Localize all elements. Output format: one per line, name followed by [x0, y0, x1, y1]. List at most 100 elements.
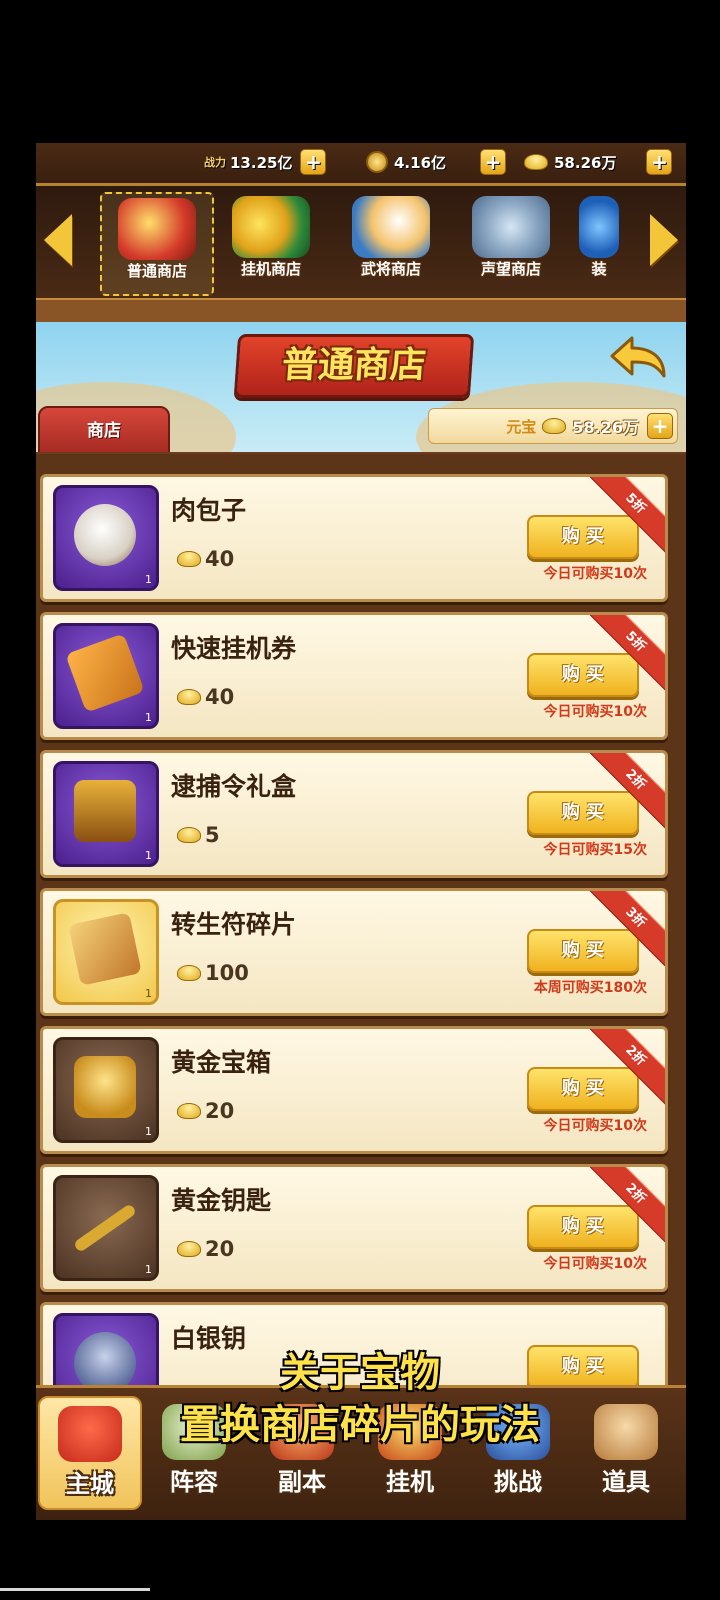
tab-label: 普通商店 — [126, 262, 187, 280]
list-item: 1 黄金宝箱 20 购 买 今日可购买10次 2折 — [40, 1026, 668, 1154]
list-item: 1 转生符碎片 100 购 买 本周可购买180次 3折 — [40, 888, 668, 1016]
item-name: 逮捕令礼盒 — [171, 772, 297, 801]
list-item: 1 快速挂机券 40 购 买 今日可购买10次 5折 — [40, 612, 668, 740]
price-value: 40 — [205, 547, 235, 571]
ingots-display: 58.26万 + — [524, 149, 673, 175]
item-name: 转生符碎片 — [171, 910, 297, 939]
item-qty: 1 — [145, 711, 152, 724]
item-frame[interactable]: 1 — [53, 623, 159, 729]
blue-item-icon — [579, 196, 619, 258]
item-price: 20 — [177, 1099, 234, 1123]
progress-line — [0, 1588, 150, 1591]
subtitle-line-2: 置换商店碎片的玩法 — [180, 1402, 540, 1448]
item-price: 5 — [177, 823, 220, 847]
buy-button[interactable]: 购 买 — [527, 929, 639, 973]
purchase-limit: 本周可购买180次 — [533, 980, 647, 996]
tab-equipment-shop[interactable]: 装 — [574, 192, 624, 292]
power-display: 战力 13.25亿 + — [204, 149, 327, 175]
item-frame[interactable]: 1 — [53, 1175, 159, 1281]
item-name: 黄金钥匙 — [171, 1186, 272, 1215]
power-label: 战力 — [204, 156, 226, 169]
purchase-limit: 今日可购买10次 — [543, 1118, 647, 1134]
price-value: 100 — [205, 961, 249, 985]
nav-label: 副本 — [278, 1468, 326, 1496]
purchase-limit: 今日可购买10次 — [543, 566, 647, 582]
item-qty: 1 — [145, 573, 152, 586]
item-frame[interactable]: 1 — [53, 1037, 159, 1143]
shop-header: 普通商店 商店 元宝 58.26万 + — [36, 322, 686, 452]
bun-icon — [74, 504, 136, 566]
currency-bar: 战力 13.25亿 + 4.16亿 + 58.26万 + — [36, 143, 686, 186]
ingot-icon — [177, 1103, 201, 1119]
buy-button[interactable]: 购 买 — [527, 791, 639, 835]
item-qty: 1 — [145, 1263, 152, 1276]
gold-coin-icon — [232, 196, 310, 258]
buy-button[interactable]: 购 买 — [527, 1205, 639, 1249]
buy-button[interactable]: 购 买 — [527, 653, 639, 697]
page-title: 普通商店 — [280, 345, 428, 386]
tab-reputation-shop[interactable]: 声望商店 — [456, 192, 566, 292]
treasure-chest-icon — [118, 198, 196, 260]
item-price: 20 — [177, 1237, 234, 1261]
item-frame[interactable]: 1 — [53, 899, 159, 1005]
rebirth-fragment-icon — [68, 912, 142, 986]
item-name: 肉包子 — [171, 496, 247, 525]
item-qty: 1 — [145, 849, 152, 862]
buy-button[interactable]: 购 买 — [527, 515, 639, 559]
golden-key-icon — [72, 1203, 138, 1253]
tab-general-shop[interactable]: 普通商店 — [100, 192, 214, 296]
list-item: 1 肉包子 40 购 买 今日可购买10次 5折 — [40, 474, 668, 602]
back-arrow-icon[interactable] — [608, 334, 668, 384]
tab-label: 挂机商店 — [240, 260, 301, 278]
ingots-plus-button[interactable]: + — [646, 149, 673, 175]
price-value: 20 — [205, 1099, 235, 1123]
price-value: 20 — [205, 1237, 235, 1261]
list-item: 1 逮捕令礼盒 5 购 买 今日可购买15次 2折 — [40, 750, 668, 878]
subtitle-line-1: 关于宝物 — [280, 1350, 440, 1396]
tab-prev-arrow-icon[interactable] — [44, 214, 72, 266]
item-frame[interactable]: 1 — [53, 485, 159, 591]
wood-beam — [36, 298, 686, 324]
golden-chest-icon — [74, 1056, 136, 1118]
game-screen: 战力 13.25亿 + 4.16亿 + 58.26万 + 普通商店 挂机商店 武… — [36, 143, 686, 1520]
ingot-icon — [177, 551, 201, 567]
coins-plus-button[interactable]: + — [480, 149, 507, 175]
ingot-icon — [177, 827, 201, 843]
list-item: 1 黄金钥匙 20 购 买 今日可购买10次 2折 — [40, 1164, 668, 1292]
yuanbao-value: 58.26万 — [572, 418, 639, 437]
coins-value: 4.16亿 — [394, 153, 447, 172]
nav-label: 阵容 — [170, 1468, 218, 1496]
armor-icon — [472, 196, 550, 258]
item-list[interactable]: 1 肉包子 40 购 买 今日可购买10次 5折 1 快速挂机券 40 购 买 … — [36, 454, 686, 1419]
coins-display: 4.16亿 + — [366, 149, 507, 175]
price-value: 5 — [205, 823, 220, 847]
chef-hero-icon — [352, 196, 430, 258]
purchase-limit: 今日可购买10次 — [543, 704, 647, 720]
tab-label: 声望商店 — [480, 260, 541, 278]
tab-idle-shop[interactable]: 挂机商店 — [216, 192, 326, 292]
buy-button[interactable]: 购 买 — [527, 1067, 639, 1111]
shop-tag[interactable]: 商店 — [38, 406, 170, 452]
item-qty: 1 — [145, 987, 152, 1000]
tab-hero-shop[interactable]: 武将商店 — [336, 192, 446, 292]
item-price: 100 — [177, 961, 249, 985]
power-plus-button[interactable]: + — [300, 149, 327, 175]
tab-next-arrow-icon[interactable] — [650, 214, 678, 266]
nav-label: 主城 — [66, 1470, 114, 1498]
power-value: 13.25亿 — [230, 153, 293, 172]
item-name: 快速挂机券 — [171, 634, 297, 663]
tab-label: 武将商店 — [360, 260, 421, 278]
yuanbao-plus-button[interactable]: + — [647, 413, 673, 439]
purchase-limit: 今日可购买15次 — [543, 842, 647, 858]
purchase-limit: 今日可购买10次 — [543, 1256, 647, 1272]
price-value: 40 — [205, 685, 235, 709]
idle-ticket-icon — [65, 633, 145, 713]
yuanbao-label: 元宝 — [506, 417, 537, 436]
ingots-value: 58.26万 — [554, 153, 617, 172]
ingot-icon — [177, 1241, 201, 1257]
ingot-icon — [177, 965, 201, 981]
tab-label: 装 — [591, 260, 607, 278]
item-price: 40 — [177, 547, 234, 571]
item-price: 40 — [177, 685, 234, 709]
item-frame[interactable]: 1 — [53, 761, 159, 867]
